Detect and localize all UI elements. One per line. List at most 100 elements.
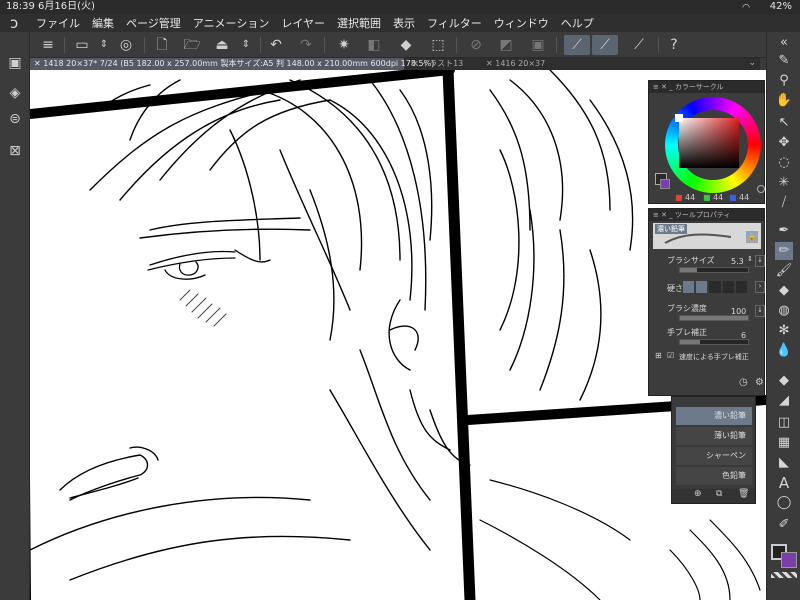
operation-icon[interactable]: ↖: [775, 114, 793, 132]
trash-icon[interactable]: 🗑: [738, 489, 749, 499]
tab-illust13[interactable]: ✕ イラスト13: [408, 58, 478, 70]
expand-plus-icon[interactable]: ⊞: [655, 351, 662, 360]
airbrush-icon[interactable]: ◍: [775, 302, 793, 320]
menu-view[interactable]: 表示: [393, 15, 415, 31]
selection-launcher-icon[interactable]: ▣: [528, 35, 548, 55]
cloud-icon[interactable]: ◎: [116, 35, 136, 55]
brush-size-dropdown-icon[interactable]: ↓: [755, 255, 765, 267]
pencil-icon[interactable]: ✏: [775, 242, 793, 260]
status-time: 18:39: [6, 1, 35, 12]
menu-animation[interactable]: アニメーション: [193, 15, 270, 31]
hand-icon[interactable]: ✋: [775, 92, 793, 110]
snap-grid-icon[interactable]: ⟋: [626, 35, 652, 55]
updown-icon-2[interactable]: ⇕: [236, 35, 256, 55]
menu-file[interactable]: ファイル: [36, 15, 80, 31]
menu-help[interactable]: ヘルプ: [561, 15, 594, 31]
list-item[interactable]: 薄い鉛筆: [676, 427, 752, 445]
menu-window[interactable]: ウィンドウ: [494, 15, 549, 31]
list-item[interactable]: 色鉛筆: [676, 467, 752, 485]
document-tabs: ✕ 1418 20×37* 7/24 (B5 182.00 x 257.00mm…: [30, 58, 760, 70]
menu-bar: ↄ ファイル 編集 ページ管理 アニメーション レイヤー 選択範囲 表示 フィル…: [0, 14, 800, 32]
clock-icon[interactable]: ◷: [739, 377, 748, 388]
decoration-icon[interactable]: ✻: [775, 322, 793, 340]
clear-icon[interactable]: ✷: [334, 35, 354, 55]
move-icon[interactable]: ✥: [775, 134, 793, 152]
new-canvas-icon[interactable]: ▭: [72, 35, 92, 55]
hsv-toggle-icon[interactable]: [757, 185, 765, 193]
transform-icon[interactable]: ⬚: [428, 35, 448, 55]
fill-icon[interactable]: ◆: [396, 35, 416, 55]
menu-layer[interactable]: レイヤー: [281, 15, 325, 31]
new-file-icon[interactable]: 🗋: [152, 35, 172, 55]
tab-1418[interactable]: ✕ 1418 20×37* 7/24 (B5 182.00 x 257.00mm…: [30, 58, 434, 70]
menu-edit[interactable]: 編集: [92, 15, 114, 31]
density-slider[interactable]: [679, 315, 749, 321]
hardness-label: 硬さ: [667, 284, 683, 293]
text-icon[interactable]: A: [775, 474, 793, 492]
speed-stab-checkbox[interactable]: ☑: [667, 351, 674, 360]
save-icon[interactable]: ⏏: [212, 35, 232, 55]
list-item[interactable]: シャーペン: [676, 447, 752, 465]
brush-icon[interactable]: 🖌: [775, 262, 793, 280]
gradient-icon[interactable]: ◢: [775, 392, 793, 410]
redo-icon[interactable]: ↷: [296, 35, 316, 55]
fill-tool-icon[interactable]: ◆: [775, 372, 793, 390]
open-folder-icon[interactable]: 🗁: [182, 35, 202, 55]
sub-color-chip[interactable]: [660, 179, 670, 189]
sub-color-swatch[interactable]: [781, 552, 797, 568]
blend-icon[interactable]: 💧: [775, 342, 793, 360]
balloon-icon[interactable]: ◯: [775, 494, 793, 512]
menu-filter[interactable]: フィルター: [427, 15, 482, 31]
sv-cursor[interactable]: [675, 114, 683, 122]
brush-size-slider[interactable]: [679, 267, 749, 273]
navigator-icon[interactable]: ▣: [6, 54, 24, 72]
snap-special-ruler-icon[interactable]: ⟋: [592, 35, 618, 55]
eyedropper-icon[interactable]: ⧸: [775, 194, 793, 212]
color-panel-title: カラーサークル: [674, 83, 724, 91]
add-brush-icon[interactable]: ⊕: [694, 489, 702, 499]
deselect-icon[interactable]: ⊘: [466, 35, 486, 55]
color-circle-panel: ≡ ✕ _ カラーサークル ■ 44 ■ 44 ■ 44: [648, 80, 765, 204]
chevron-left-icon[interactable]: «: [775, 34, 793, 52]
ruler-icon[interactable]: ◣: [775, 454, 793, 472]
hardness-chevron-icon[interactable]: ›: [755, 281, 765, 293]
brush-size-value[interactable]: 5.3: [731, 257, 744, 266]
saturation-value-square[interactable]: [679, 118, 739, 168]
invert-selection-icon[interactable]: ◩: [496, 35, 516, 55]
tab-1416[interactable]: ✕ 1416 20×37: [482, 58, 572, 70]
list-item[interactable]: 濃い鉛筆: [676, 407, 752, 425]
hamburger-icon[interactable]: ≡: [38, 35, 58, 55]
sub-tool-footer: ⊕ ⧉ 🗑: [672, 489, 755, 503]
material-icon[interactable]: ⊠: [6, 142, 24, 160]
wrench-icon[interactable]: ⚙: [755, 377, 764, 388]
pen-tool-icon[interactable]: ✒: [775, 222, 793, 240]
clear-outside-icon[interactable]: ◧: [364, 35, 384, 55]
snap-ruler-icon[interactable]: ⟋: [564, 35, 590, 55]
stabilization-slider[interactable]: [679, 339, 749, 345]
help-icon[interactable]: ?: [664, 35, 684, 55]
undo-icon[interactable]: ↶: [266, 35, 286, 55]
lock-icon[interactable]: 🔒: [746, 231, 758, 243]
figure-icon[interactable]: ◫: [775, 414, 793, 432]
menu-selection[interactable]: 選択範囲: [337, 15, 381, 31]
frame-icon[interactable]: ▦: [775, 434, 793, 452]
zoom-icon[interactable]: ⚲: [775, 72, 793, 90]
updown-icon[interactable]: ⇕: [94, 35, 114, 55]
hardness-selector[interactable]: [683, 281, 748, 293]
brush-size-stepper[interactable]: ⇕: [747, 255, 753, 263]
tool-property-panel: ≡ ✕ _ ツールプロパティ 濃い鉛筆 🔒 ブラシサイズ 5.3 ⇕ ↓ 硬さ …: [648, 208, 765, 396]
eraser-icon[interactable]: ◆: [775, 282, 793, 300]
menu-page[interactable]: ページ管理: [126, 15, 181, 31]
correct-line-icon[interactable]: ✐: [775, 516, 793, 534]
green-value: 44: [713, 193, 724, 202]
density-dropdown-icon[interactable]: ↓: [755, 305, 765, 317]
pen-icon[interactable]: ✎: [775, 52, 793, 70]
magic-wand-icon[interactable]: ✳: [775, 174, 793, 192]
layers-icon[interactable]: ◈: [6, 84, 24, 102]
lasso-icon[interactable]: ◌: [775, 154, 793, 172]
tabs-chevron-down-icon[interactable]: ⌄: [748, 58, 756, 68]
duplicate-icon[interactable]: ⧉: [716, 489, 722, 499]
transparent-color-swatch[interactable]: [771, 572, 797, 578]
layer-property-icon[interactable]: ⊜: [6, 110, 24, 128]
app-logo-icon[interactable]: ↄ: [10, 14, 26, 32]
